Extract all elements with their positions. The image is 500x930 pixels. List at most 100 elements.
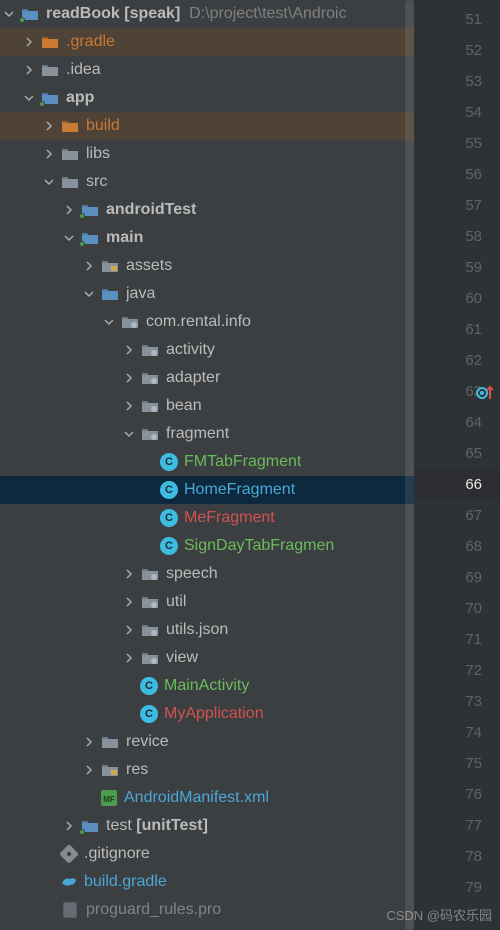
chevron-right-icon[interactable] <box>40 117 58 135</box>
tree-row[interactable]: app <box>0 84 414 112</box>
chevron-right-icon[interactable] <box>120 565 138 583</box>
line-number[interactable]: 64 <box>422 407 482 438</box>
line-number[interactable]: 79 <box>422 872 482 903</box>
item-label: main <box>106 229 143 247</box>
tree-row[interactable]: androidTest <box>0 196 414 224</box>
line-number[interactable]: 59 <box>422 252 482 283</box>
tree-row[interactable]: util <box>0 588 414 616</box>
chevron-right-icon[interactable] <box>40 145 58 163</box>
tree-row-root[interactable]: readBook [speak] D:\project\test\Androic <box>0 0 414 28</box>
class-icon: C <box>140 705 158 723</box>
chevron-down-icon[interactable] <box>60 229 78 247</box>
tree-row-selected[interactable]: C HomeFragment <box>0 476 414 504</box>
tree-row[interactable]: fragment <box>0 420 414 448</box>
module-folder-icon <box>20 4 40 24</box>
tree-row[interactable]: bean <box>0 392 414 420</box>
chevron-right-icon[interactable] <box>20 33 38 51</box>
line-number[interactable]: 53 <box>422 66 482 97</box>
tree-row[interactable]: main <box>0 224 414 252</box>
tree-row[interactable]: build.gradle <box>0 868 414 896</box>
item-label: build <box>86 117 120 135</box>
line-number[interactable]: 67 <box>422 500 482 531</box>
chevron-down-icon[interactable] <box>20 89 38 107</box>
tree-row[interactable]: res <box>0 756 414 784</box>
chevron-right-icon[interactable] <box>120 341 138 359</box>
line-number[interactable]: 78 <box>422 841 482 872</box>
line-number[interactable]: 54 <box>422 97 482 128</box>
root-label: readBook [speak] D:\project\test\Androic <box>46 5 347 23</box>
tree-row[interactable]: build <box>0 112 414 140</box>
item-label: libs <box>86 145 110 163</box>
override-up-icon[interactable] <box>476 384 494 402</box>
line-number[interactable]: 73 <box>422 686 482 717</box>
chevron-down-icon[interactable] <box>100 313 118 331</box>
tree-row[interactable]: C MainActivity <box>0 672 414 700</box>
tree-row[interactable]: libs <box>0 140 414 168</box>
editor-gutter[interactable]: 5152535455565758596061626364656667686970… <box>414 0 500 930</box>
line-number[interactable]: 71 <box>422 624 482 655</box>
tree-row[interactable]: C MyApplication <box>0 700 414 728</box>
tree-row[interactable]: .gitignore <box>0 840 414 868</box>
tree-row[interactable]: C SignDayTabFragmen <box>0 532 414 560</box>
line-number[interactable]: 70 <box>422 593 482 624</box>
line-number[interactable]: 74 <box>422 717 482 748</box>
chevron-down-icon[interactable] <box>0 5 18 23</box>
line-number[interactable]: 56 <box>422 159 482 190</box>
line-number[interactable]: 65 <box>422 438 482 469</box>
svg-text:MF: MF <box>103 795 115 804</box>
line-number[interactable]: 57 <box>422 190 482 221</box>
line-number[interactable]: 72 <box>422 655 482 686</box>
tree-row[interactable]: MF AndroidManifest.xml <box>0 784 414 812</box>
chevron-right-icon[interactable] <box>20 61 38 79</box>
line-number[interactable]: 52 <box>422 35 482 66</box>
line-number[interactable]: 77 <box>422 810 482 841</box>
item-label: MainActivity <box>164 677 249 695</box>
chevron-right-icon[interactable] <box>80 761 98 779</box>
line-number[interactable]: 63 <box>422 376 482 407</box>
chevron-right-icon[interactable] <box>80 733 98 751</box>
chevron-right-icon[interactable] <box>120 397 138 415</box>
tree-row[interactable]: .idea <box>0 56 414 84</box>
chevron-right-icon[interactable] <box>80 257 98 275</box>
tree-row[interactable]: C MeFragment <box>0 504 414 532</box>
tree-row[interactable]: .gradle <box>0 28 414 56</box>
chevron-down-icon[interactable] <box>120 425 138 443</box>
chevron-right-icon[interactable] <box>60 817 78 835</box>
tree-row[interactable]: java <box>0 280 414 308</box>
line-number[interactable]: 76 <box>422 779 482 810</box>
class-icon: C <box>160 509 178 527</box>
tree-row[interactable]: C FMTabFragment <box>0 448 414 476</box>
line-number[interactable]: 61 <box>422 314 482 345</box>
chevron-down-icon[interactable] <box>40 173 58 191</box>
tree-row[interactable]: view <box>0 644 414 672</box>
line-number[interactable]: 66 <box>414 469 500 500</box>
chevron-down-icon[interactable] <box>80 285 98 303</box>
chevron-right-icon[interactable] <box>120 593 138 611</box>
chevron-right-icon[interactable] <box>60 201 78 219</box>
tree-row[interactable]: assets <box>0 252 414 280</box>
line-number[interactable]: 68 <box>422 531 482 562</box>
line-number[interactable]: 60 <box>422 283 482 314</box>
line-number[interactable]: 51 <box>422 4 482 35</box>
chevron-right-icon[interactable] <box>120 649 138 667</box>
scrollbar-vertical[interactable] <box>405 0 414 930</box>
chevron-right-icon[interactable] <box>120 621 138 639</box>
tree-row[interactable]: proguard_rules.pro <box>0 896 414 924</box>
tree-row[interactable]: src <box>0 168 414 196</box>
tree-row[interactable]: test [unitTest] <box>0 812 414 840</box>
tree-row[interactable]: activity <box>0 336 414 364</box>
line-number[interactable]: 58 <box>422 221 482 252</box>
tree-row[interactable]: revice <box>0 728 414 756</box>
tree-row[interactable]: utils.json <box>0 616 414 644</box>
line-number[interactable]: 62 <box>422 345 482 376</box>
line-number[interactable]: 55 <box>422 128 482 159</box>
tree-row[interactable]: com.rental.info <box>0 308 414 336</box>
tree-row[interactable]: adapter <box>0 364 414 392</box>
scrollbar-thumb[interactable] <box>405 0 414 930</box>
line-number[interactable]: 69 <box>422 562 482 593</box>
chevron-right-icon[interactable] <box>120 369 138 387</box>
tree-row[interactable]: speech <box>0 560 414 588</box>
module-folder-icon <box>80 816 100 836</box>
project-tree[interactable]: readBook [speak] D:\project\test\Androic… <box>0 0 414 930</box>
line-number[interactable]: 75 <box>422 748 482 779</box>
